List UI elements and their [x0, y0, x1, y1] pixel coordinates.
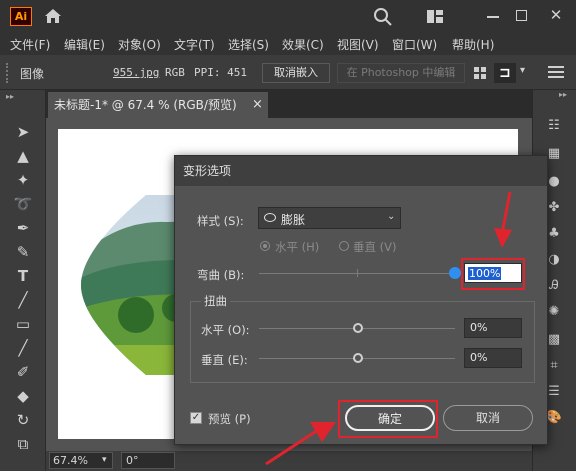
- type-tool-icon[interactable]: T: [12, 266, 34, 286]
- grip-icon: [6, 63, 10, 83]
- bend-label: 弯曲 (B):: [197, 268, 245, 282]
- menu-type[interactable]: 文字(T): [174, 36, 215, 53]
- pen-tool-icon[interactable]: ✒: [12, 218, 34, 238]
- color-mode: RGB: [165, 66, 185, 79]
- distort-horizontal-knob[interactable]: [353, 323, 363, 333]
- bend-slider-knob[interactable]: [449, 267, 461, 279]
- angle-value: 0°: [126, 454, 139, 467]
- style-dropdown[interactable]: 膨胀 ⌄: [258, 207, 401, 229]
- angle-field[interactable]: 0°: [121, 452, 175, 469]
- menu-edit[interactable]: 编辑(E): [64, 36, 105, 53]
- bend-slider-tick: [357, 269, 358, 277]
- document-tab-title: 未标题-1* @ 67.4 % (RGB/预览): [54, 98, 237, 112]
- panel-menu-icon[interactable]: [548, 65, 564, 79]
- menu-effect[interactable]: 效果(C): [282, 36, 324, 53]
- shaper-tool-icon[interactable]: ✐: [12, 362, 34, 382]
- preview-label: 预览 (P): [208, 412, 251, 426]
- distort-vertical-field[interactable]: 0%: [464, 348, 522, 368]
- distort-horizontal-label: 水平 (O):: [201, 323, 250, 337]
- minimize-icon[interactable]: [487, 16, 499, 18]
- restore-icon[interactable]: [516, 10, 527, 21]
- home-icon[interactable]: [43, 6, 63, 26]
- ppi-value: PPI: 451: [194, 66, 247, 79]
- bulge-icon: [264, 213, 276, 222]
- cancel-button[interactable]: 取消: [443, 405, 533, 431]
- selection-tool-icon[interactable]: ➤: [12, 122, 34, 142]
- title-bar: Ai ✕: [0, 0, 576, 33]
- vertical-radio-icon: [339, 241, 349, 251]
- eraser-tool-icon[interactable]: ◆: [12, 386, 34, 406]
- document-tab[interactable]: 未标题-1* @ 67.4 % (RGB/预览) ×: [48, 92, 268, 118]
- menu-bar: 文件(F) 编辑(E) 对象(O) 文字(T) 选择(S) 效果(C) 视图(V…: [0, 33, 576, 55]
- scale-tool-icon[interactable]: ⧉: [12, 434, 34, 454]
- chevron-down-icon[interactable]: ▾: [520, 65, 532, 79]
- paintbrush-tool-icon[interactable]: ╱: [12, 338, 34, 358]
- rotate-tool-icon[interactable]: ↻: [12, 410, 34, 430]
- unembed-button[interactable]: 取消嵌入: [262, 63, 330, 83]
- dialog-title: 变形选项: [175, 156, 547, 186]
- distort-horizontal-field[interactable]: 0%: [464, 318, 522, 338]
- distort-group-label: 扭曲: [201, 293, 230, 309]
- distort-vertical-label: 垂直 (E):: [201, 353, 248, 367]
- menu-file[interactable]: 文件(F): [10, 36, 50, 53]
- tab-bar: ◂◂ 未标题-1* @ 67.4 % (RGB/预览) ×: [46, 90, 532, 118]
- red-arrow-icon: [494, 191, 512, 248]
- preview-checkbox[interactable]: ✓: [190, 412, 202, 424]
- lasso-tool-icon[interactable]: ➰: [12, 194, 34, 214]
- horizontal-radio-label: 水平 (H): [275, 240, 320, 254]
- edit-in-photoshop-button: 在 Photoshop 中编辑: [337, 63, 465, 83]
- workspace-icon[interactable]: [426, 9, 444, 24]
- search-icon[interactable]: [373, 7, 393, 27]
- filename-link[interactable]: 955.jpg: [113, 66, 159, 79]
- properties-icon[interactable]: ☷: [543, 116, 565, 136]
- bend-field-highlight: [461, 258, 525, 290]
- panel-label: 图像: [20, 67, 45, 81]
- rectangle-tool-icon[interactable]: ▭: [12, 314, 34, 334]
- curvature-tool-icon[interactable]: ✎: [12, 242, 34, 262]
- app-logo: Ai: [10, 7, 32, 26]
- menu-help[interactable]: 帮助(H): [452, 36, 494, 53]
- horizontal-radio-icon: [260, 241, 270, 251]
- style-value: 膨胀: [281, 213, 306, 227]
- menu-select[interactable]: 选择(S): [228, 36, 269, 53]
- style-label: 样式 (S):: [197, 214, 244, 228]
- chevron-down-icon[interactable]: ▾: [102, 453, 107, 468]
- distort-vertical-knob[interactable]: [353, 353, 363, 363]
- collapse-icon[interactable]: ▸▸: [6, 92, 14, 101]
- menu-object[interactable]: 对象(O): [118, 36, 161, 53]
- close-icon[interactable]: ✕: [548, 6, 564, 26]
- tools-panel: ▸▸ ➤ ▲ ✦ ➰ ✒ ✎ T ╱ ▭ ╱ ✐ ◆ ↻ ⧉: [0, 90, 46, 471]
- line-tool-icon[interactable]: ╱: [12, 290, 34, 310]
- red-arrow-icon: [265, 422, 336, 466]
- collapse-icon[interactable]: ▸▸: [559, 90, 567, 99]
- control-bar: 图像 955.jpg RGB PPI: 451 取消嵌入 在 Photoshop…: [0, 55, 576, 90]
- distort-group-box: [190, 301, 535, 383]
- ok-button-highlight: [338, 400, 438, 438]
- transform-icon[interactable]: ⊐: [494, 63, 516, 83]
- magic-wand-tool-icon[interactable]: ✦: [12, 170, 34, 190]
- direct-selection-tool-icon[interactable]: ▲: [12, 146, 34, 166]
- chevron-down-icon: ⌄: [387, 211, 396, 222]
- menu-window[interactable]: 窗口(W): [392, 36, 437, 53]
- menu-view[interactable]: 视图(V): [337, 36, 379, 53]
- grid-icon[interactable]: [474, 67, 486, 79]
- zoom-value: 67.4%: [53, 454, 88, 467]
- close-tab-icon[interactable]: ×: [252, 92, 263, 118]
- zoom-field[interactable]: 67.4% ▾: [49, 452, 113, 469]
- vertical-radio-label: 垂直 (V): [353, 240, 397, 254]
